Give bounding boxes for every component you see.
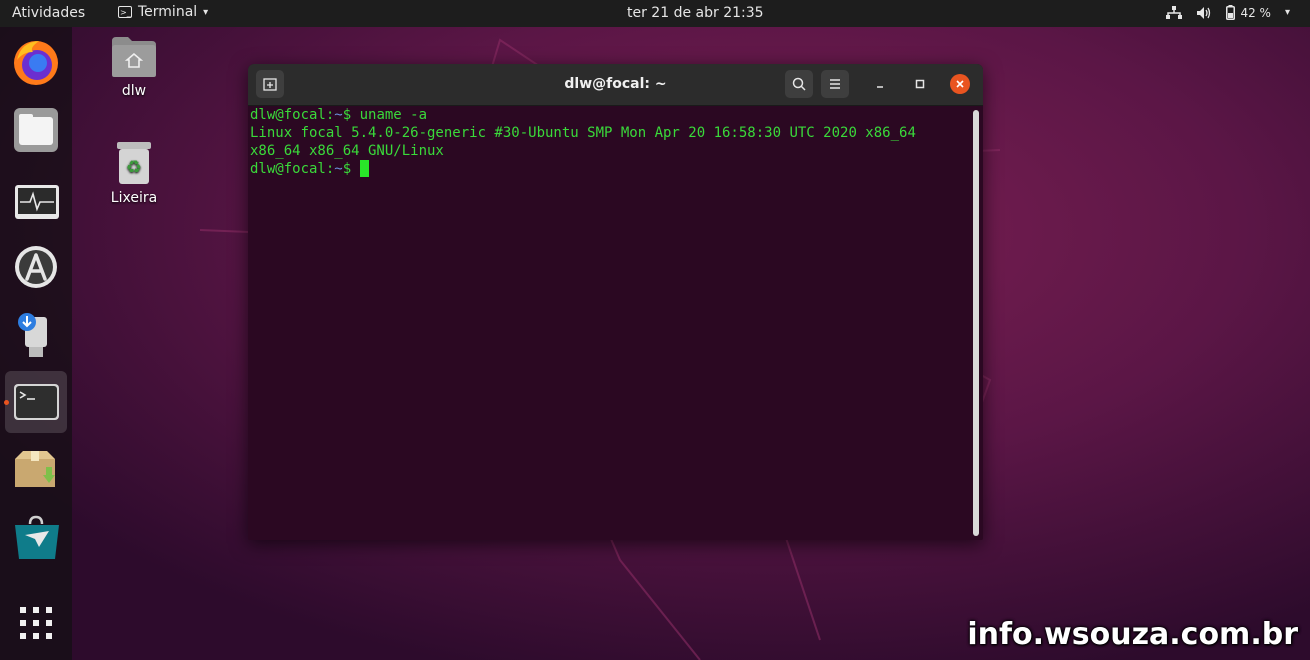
package-icon [15,451,55,487]
prompt-dollar: $ [342,161,360,177]
store-bag-icon [15,515,59,559]
hamburger-icon [830,79,840,89]
terminal-header-bar[interactable]: dlw@focal: ~ [248,64,983,106]
dock-item-store[interactable] [5,507,67,569]
new-tab-icon [263,78,277,91]
battery-percentage: 42 % [1240,5,1271,20]
dock-item-firefox[interactable] [5,32,67,94]
close-icon [956,80,964,88]
maximize-icon [915,79,925,89]
desktop-icon-trash[interactable]: ♻ Lixeira [94,140,174,206]
svg-text:♻: ♻ [126,157,142,178]
prompt-path: ~ [334,161,343,177]
app-menu-label: Terminal [138,4,198,20]
dock-item-files[interactable] [5,99,67,161]
clock[interactable]: ter 21 de abr 21:35 [627,5,764,21]
software-updater-icon [15,246,57,288]
dock-item-system-monitor[interactable] [5,172,67,234]
terminal-line: x86_64 x86_64 GNU/Linux [250,143,444,159]
show-applications-button[interactable] [5,592,67,654]
running-indicator [4,400,9,405]
top-bar: Atividades >_ Terminal ▾ ter 21 de abr 2… [0,0,1310,27]
battery-icon [1226,5,1236,20]
terminal-output[interactable]: dlw@focal:~$ uname -a Linux focal 5.4.0-… [248,106,983,540]
trash-icon: ♻ [117,142,151,184]
app-menu[interactable]: >_ Terminal ▾ [118,4,208,20]
dock-item-software-updater[interactable] [5,235,67,297]
prompt-path: ~ [334,107,343,123]
files-icon [14,108,58,152]
firefox-icon [14,41,58,85]
close-button[interactable] [950,74,970,94]
prompt-dollar: $ [342,107,360,123]
terminal-line: Linux focal 5.4.0-26-generic #30-Ubuntu … [250,125,916,141]
watermark: info.wsouza.com.br [967,617,1298,652]
home-folder-icon [112,37,156,77]
minimize-icon [877,86,883,88]
chevron-down-icon: ▾ [203,6,209,18]
command-text: uname -a [359,107,428,123]
prompt-user: dlw@focal [250,107,326,123]
volume-icon [1197,6,1211,19]
terminal-app-icon: >_ [118,6,132,18]
system-menu[interactable]: 42 % ▾ [1166,5,1290,20]
desktop-icon-home[interactable]: dlw [94,35,174,99]
terminal-line: dlw@focal:~$ uname -a [250,106,983,124]
new-tab-button[interactable] [256,70,284,98]
chevron-down-icon: ▾ [1284,7,1290,18]
dock-item-archive-manager[interactable] [5,439,67,501]
network-icon [1166,5,1183,19]
search-icon [792,77,806,91]
minimize-button[interactable] [870,74,890,94]
activities-button[interactable]: Atividades [12,5,85,21]
maximize-button[interactable] [910,74,930,94]
dock [0,27,72,660]
grid-icon [20,607,52,639]
text-cursor [359,160,369,177]
terminal-line: dlw@focal:~$ [250,160,983,178]
scrollbar[interactable] [973,110,979,536]
dock-item-usb-installer[interactable] [5,303,67,365]
terminal-window[interactable]: dlw@focal: ~ dlw@focal:~$ uname -a Linux… [248,64,983,540]
menu-button[interactable] [821,70,849,98]
terminal-icon [14,384,59,420]
trash-label: Lixeira [110,190,158,206]
usb-installer-icon [18,313,47,357]
search-button[interactable] [785,70,813,98]
prompt-user: dlw@focal [250,161,326,177]
home-folder-label: dlw [121,83,147,99]
dock-item-terminal[interactable] [5,371,67,433]
system-monitor-icon [15,185,59,219]
